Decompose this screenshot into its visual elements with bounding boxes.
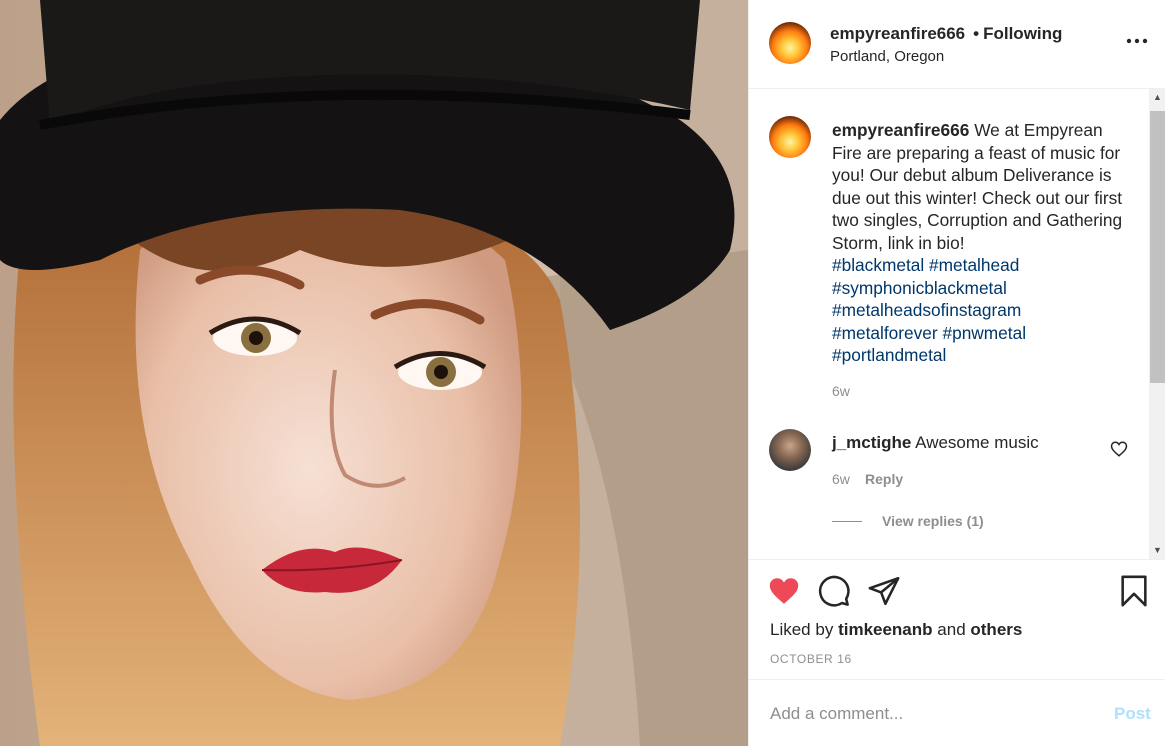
view-replies-button[interactable]: View replies (1) xyxy=(882,513,984,529)
paper-plane-icon[interactable] xyxy=(867,574,901,608)
caption-avatar[interactable] xyxy=(769,116,811,158)
likes-and: and xyxy=(937,620,966,639)
comments-scrollbar[interactable]: ▲ ▼ xyxy=(1149,89,1165,559)
post-author-line: empyreanfire666 • Following xyxy=(830,24,1062,44)
likes-others-link[interactable]: others xyxy=(970,620,1022,639)
post-header: empyreanfire666 • Following Portland, Oreg… xyxy=(749,0,1165,89)
likes-summary: Liked by timkeenanb and others xyxy=(770,620,1022,640)
scroll-up-icon[interactable]: ▲ xyxy=(1149,89,1165,106)
caption: empyreanfire666 We at Empyrean Fire are … xyxy=(832,119,1132,367)
author-avatar[interactable] xyxy=(769,22,811,64)
portrait-image xyxy=(0,0,748,746)
comment: j_mctighe Awesome music xyxy=(832,433,1039,453)
reply-label: Reply xyxy=(865,471,904,487)
author-username[interactable]: empyreanfire666 xyxy=(830,24,965,43)
post-location[interactable]: Portland, Oregon xyxy=(830,48,944,65)
post-date[interactable]: OCTOBER 16 xyxy=(770,652,852,666)
comment-timestamp[interactable]: 6w xyxy=(832,471,850,487)
comment-like-icon[interactable] xyxy=(1110,440,1128,458)
reply-button[interactable]: Reply xyxy=(865,471,903,487)
post-details-panel: empyreanfire666 • Following Portland, Oreg… xyxy=(748,0,1165,746)
hashtag-link[interactable]: #symphonicblackmetal xyxy=(832,278,1007,298)
separator-dot: • xyxy=(973,24,980,43)
likes-prefix: Liked by xyxy=(770,620,834,639)
heart-filled-icon[interactable] xyxy=(767,574,801,608)
post-actions: Liked by timkeenanb and others OCTOBER 1… xyxy=(749,559,1165,679)
following-button[interactable]: Following xyxy=(983,24,1062,43)
hashtag-link[interactable]: #metalforever xyxy=(832,323,938,343)
hashtag-link[interactable]: #pnwmetal xyxy=(942,323,1026,343)
comment-body: Awesome music xyxy=(915,433,1039,452)
post-photo[interactable] xyxy=(0,0,748,746)
scroll-down-icon[interactable]: ▼ xyxy=(1149,542,1165,559)
comment-username[interactable]: j_mctighe xyxy=(832,433,911,452)
hashtag-link[interactable]: #metalhead xyxy=(929,255,1019,275)
comment-input[interactable] xyxy=(770,700,1090,728)
liked-by-user[interactable]: timkeenanb xyxy=(838,620,932,639)
hashtag-link[interactable]: #metalheadsofinstagram xyxy=(832,300,1021,320)
scroll-thumb[interactable] xyxy=(1150,111,1165,383)
caption-username[interactable]: empyreanfire666 xyxy=(832,120,969,140)
add-comment-bar: Post xyxy=(749,679,1165,746)
commenter-avatar[interactable] xyxy=(769,429,811,471)
comments-area[interactable]: empyreanfire666 We at Empyrean Fire are … xyxy=(749,89,1165,559)
hashtag-link[interactable]: #portlandmetal xyxy=(832,345,946,365)
post-comment-button[interactable]: Post xyxy=(1114,704,1151,724)
replies-divider xyxy=(832,521,862,522)
more-options-icon[interactable] xyxy=(1125,34,1149,48)
caption-timestamp[interactable]: 6w xyxy=(832,383,850,399)
bookmark-icon[interactable] xyxy=(1117,574,1151,608)
comment-bubble-icon[interactable] xyxy=(817,574,851,608)
hashtag-link[interactable]: #blackmetal xyxy=(832,255,924,275)
